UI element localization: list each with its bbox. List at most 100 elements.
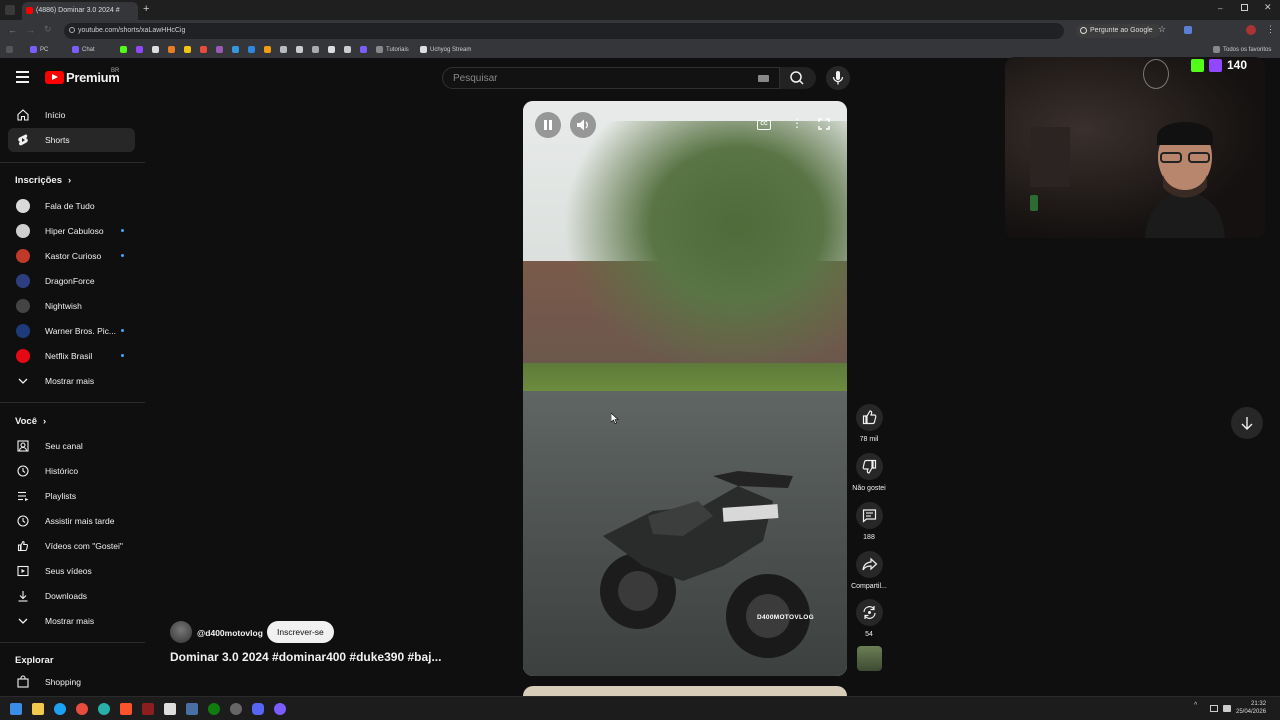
- chevron-right-icon: ›: [43, 416, 47, 427]
- bookmark-pc[interactable]: PC: [30, 46, 48, 53]
- app-icon[interactable]: [98, 703, 110, 715]
- captions-icon[interactable]: CC: [757, 120, 771, 130]
- subscription-item[interactable]: Nightwish: [8, 294, 135, 318]
- url-field[interactable]: youtube.com/shorts/xaLawHHcCig: [64, 23, 1064, 39]
- app-icon[interactable]: [230, 703, 242, 715]
- tab-search-icon[interactable]: [5, 5, 15, 15]
- volume-tray-icon[interactable]: [1223, 705, 1231, 712]
- discord-icon[interactable]: [252, 703, 264, 715]
- sidebar-item-channel[interactable]: Seu canal: [8, 434, 135, 458]
- fullscreen-icon[interactable]: [817, 117, 831, 131]
- chrome-icon[interactable]: [76, 703, 88, 715]
- video-title[interactable]: Dominar 3.0 2024 #dominar400 #duke390 #b…: [170, 650, 441, 664]
- minimize-button[interactable]: –: [1218, 4, 1222, 13]
- like-button[interactable]: [856, 404, 883, 431]
- ask-google-button[interactable]: Pergunte ao Google: [1076, 24, 1161, 38]
- bookmark-ext-3[interactable]: [168, 46, 178, 53]
- app-icon[interactable]: [164, 703, 176, 715]
- app-icon[interactable]: [142, 703, 154, 715]
- bookmark-ext-8[interactable]: [248, 46, 258, 53]
- back-icon[interactable]: ←: [8, 25, 17, 35]
- bookmark-ext-10[interactable]: [280, 46, 290, 53]
- sidebar-item-download[interactable]: Downloads: [8, 584, 135, 608]
- sidebar-item-your-videos[interactable]: Seus vídeos: [8, 559, 135, 583]
- taskbar-clock[interactable]: 21:32 25/04/2026: [1236, 700, 1266, 716]
- keyboard-icon[interactable]: [758, 75, 769, 82]
- sidebar-item-history[interactable]: Histórico: [8, 459, 135, 483]
- bookmark-ext-6[interactable]: [216, 46, 226, 53]
- bookmark-ext-1[interactable]: [136, 46, 146, 53]
- steam-icon[interactable]: [186, 703, 198, 715]
- sidebar-item-thumbs-up[interactable]: Vídeos com "Gostei": [8, 534, 135, 558]
- share-button[interactable]: [856, 551, 883, 578]
- bookmark-chat[interactable]: Chat: [72, 46, 95, 53]
- app-icon[interactable]: [274, 703, 286, 715]
- bookmark-star-icon[interactable]: ☆: [1158, 24, 1166, 35]
- forward-icon[interactable]: →: [26, 25, 35, 35]
- subscription-item[interactable]: Netflix Brasil: [8, 344, 135, 368]
- bookmark-ext-13[interactable]: [328, 46, 338, 53]
- profile-avatar[interactable]: [1246, 25, 1256, 35]
- browser-menu-icon[interactable]: ⋮: [1266, 24, 1275, 35]
- voice-search-button[interactable]: [826, 66, 850, 90]
- show-more-subscriptions[interactable]: Mostrar mais: [8, 369, 135, 393]
- show-more-you[interactable]: Mostrar mais: [8, 609, 135, 633]
- bookmark-ext-7[interactable]: [232, 46, 242, 53]
- windows-start-icon[interactable]: [10, 703, 22, 715]
- bookmark-ext-11[interactable]: [296, 46, 306, 53]
- next-video-button[interactable]: [1231, 407, 1263, 439]
- bookmark-ext-4[interactable]: [184, 46, 194, 53]
- search-input[interactable]: Pesquisar: [442, 67, 780, 89]
- sidebar-item-playlists[interactable]: Playlists: [8, 484, 135, 508]
- xbox-icon[interactable]: [208, 703, 220, 715]
- network-icon[interactable]: [1210, 705, 1218, 712]
- more-options-icon[interactable]: ⋮: [791, 116, 803, 130]
- channel-thumbnail[interactable]: [857, 646, 882, 671]
- shorts-video-player[interactable]: D400MOTOVLOG CC ⋮: [523, 101, 847, 676]
- subscribe-button[interactable]: Inscrever-se: [267, 621, 334, 643]
- dislike-button[interactable]: [856, 453, 883, 480]
- bookmark-ext-5[interactable]: [200, 46, 210, 53]
- bookmark-tutoriais[interactable]: Tutoriais: [376, 46, 409, 53]
- pause-button[interactable]: [535, 112, 561, 138]
- subscription-item[interactable]: DragonForce: [8, 269, 135, 293]
- subscriptions-heading[interactable]: Inscrições ›: [15, 175, 71, 186]
- bookmark-uchyog-stream[interactable]: Uchyog Stream: [420, 46, 471, 53]
- volume-button[interactable]: [570, 112, 596, 138]
- maximize-button[interactable]: [1241, 4, 1248, 11]
- sidebar-item-watch-later[interactable]: Assistir mais tarde: [8, 509, 135, 533]
- subscription-item[interactable]: Warner Bros. Pic...: [8, 319, 135, 343]
- site-info-icon[interactable]: [69, 27, 75, 33]
- bookmark-ext-15[interactable]: [360, 46, 370, 53]
- new-tab-button[interactable]: +: [143, 3, 149, 15]
- remix-button[interactable]: [856, 599, 883, 626]
- channel-name[interactable]: @d400motovlog: [197, 628, 263, 638]
- channel-avatar[interactable]: [170, 621, 192, 643]
- next-short-preview[interactable]: [523, 686, 847, 696]
- sidebar-item-home[interactable]: Início: [8, 103, 135, 127]
- brave-icon[interactable]: [120, 703, 132, 715]
- extension-icon[interactable]: [1184, 26, 1192, 34]
- edge-icon[interactable]: [54, 703, 66, 715]
- menu-icon[interactable]: [16, 71, 29, 83]
- bookmark-ext-14[interactable]: [344, 46, 354, 53]
- reload-icon[interactable]: ↻: [44, 24, 52, 35]
- subscription-item[interactable]: Fala de Tudo: [8, 194, 135, 218]
- browser-tab[interactable]: (4886) Dominar 3.0 2024 #: [22, 2, 138, 20]
- all-favorites[interactable]: Todos os favoritos: [1213, 46, 1271, 53]
- bookmark-apps[interactable]: [6, 46, 16, 53]
- bookmark-ext-12[interactable]: [312, 46, 322, 53]
- sidebar-item-shorts[interactable]: Shorts: [8, 128, 135, 152]
- bookmark-ext-2[interactable]: [152, 46, 162, 53]
- bookmark-ext-9[interactable]: [264, 46, 274, 53]
- tray-chevron-icon[interactable]: ^: [1194, 702, 1197, 709]
- search-button[interactable]: [780, 67, 816, 89]
- comments-button[interactable]: [856, 502, 883, 529]
- subscription-item[interactable]: Hiper Cabuloso: [8, 219, 135, 243]
- bookmark-kick[interactable]: [120, 46, 130, 53]
- close-window-button[interactable]: ✕: [1264, 2, 1272, 13]
- file-explorer-icon[interactable]: [32, 703, 44, 715]
- subscription-item[interactable]: Kastor Curioso: [8, 244, 135, 268]
- you-heading[interactable]: Você ›: [15, 416, 46, 427]
- sidebar-item-shopping[interactable]: Shopping: [8, 670, 135, 694]
